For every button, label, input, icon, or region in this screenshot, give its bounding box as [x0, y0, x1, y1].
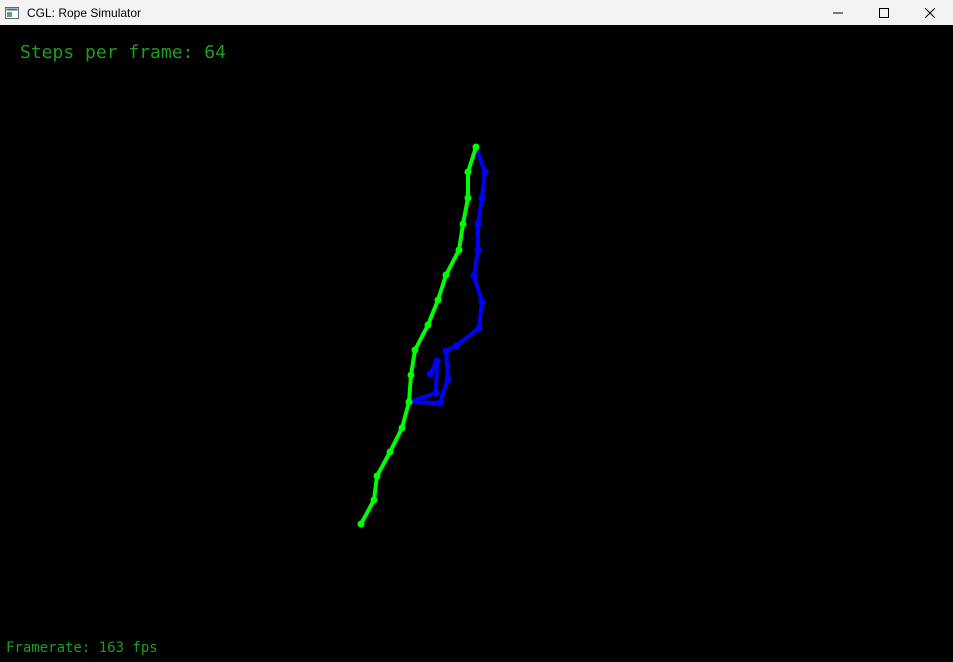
close-button[interactable]	[907, 0, 953, 25]
window-title: CGL: Rope Simulator	[27, 5, 142, 20]
minimize-button[interactable]	[815, 0, 861, 25]
green-rope-mass-point	[373, 472, 381, 480]
green-rope-segments	[359, 145, 478, 526]
close-icon	[925, 7, 935, 18]
blue-rope-mass-point	[432, 389, 440, 397]
blue-rope-mass-point	[452, 342, 460, 350]
blue-rope-mass-point	[474, 220, 482, 228]
green-rope-mass-point	[405, 398, 413, 406]
green-rope-mass-point	[424, 321, 432, 329]
framerate-label: Framerate: 163 fps	[6, 640, 158, 656]
green-rope-mass-point	[459, 220, 467, 228]
blue-rope-mass-point	[478, 298, 486, 306]
title-bar[interactable]: CGL: Rope Simulator	[0, 0, 953, 25]
green-rope-mass-point	[398, 424, 406, 432]
green-rope-mass-point	[434, 296, 442, 304]
maximize-button[interactable]	[861, 0, 907, 25]
simulation-canvas[interactable]	[0, 25, 953, 662]
blue-rope-mass-point	[481, 168, 489, 176]
blue-rope-mass-point	[474, 246, 482, 254]
blue-rope-mass-point	[426, 370, 434, 378]
blue-rope-mass-point	[444, 375, 452, 383]
blue-rope-mass-point	[433, 357, 441, 365]
blue-rope-mass-point	[475, 324, 483, 332]
app-window: CGL: Rope Simulator Steps per frame: 64 …	[0, 0, 953, 662]
blue-rope-mass-point	[436, 399, 444, 407]
green-rope-mass-point	[357, 520, 365, 528]
app-window-icon	[5, 6, 19, 19]
minimize-icon	[833, 12, 843, 13]
green-rope-mass-point	[442, 271, 450, 279]
green-rope-mass-point	[472, 143, 480, 151]
green-rope-mass-point	[386, 448, 394, 456]
blue-rope-mass-point	[442, 347, 450, 355]
blue-rope-mass-point	[470, 272, 478, 280]
green-rope-mass-point	[411, 346, 419, 354]
green-rope-mass-point	[464, 168, 472, 176]
blue-rope-mass-point	[478, 194, 486, 202]
green-rope-mass-point	[370, 496, 378, 504]
green-rope-mass-point	[464, 194, 472, 202]
green-rope	[357, 143, 480, 528]
maximize-icon	[879, 7, 889, 18]
green-rope-mass-point	[407, 371, 415, 379]
steps-per-frame-label: Steps per frame: 64	[20, 42, 226, 63]
green-rope-mass-point	[455, 246, 463, 254]
rope-view	[357, 143, 489, 528]
